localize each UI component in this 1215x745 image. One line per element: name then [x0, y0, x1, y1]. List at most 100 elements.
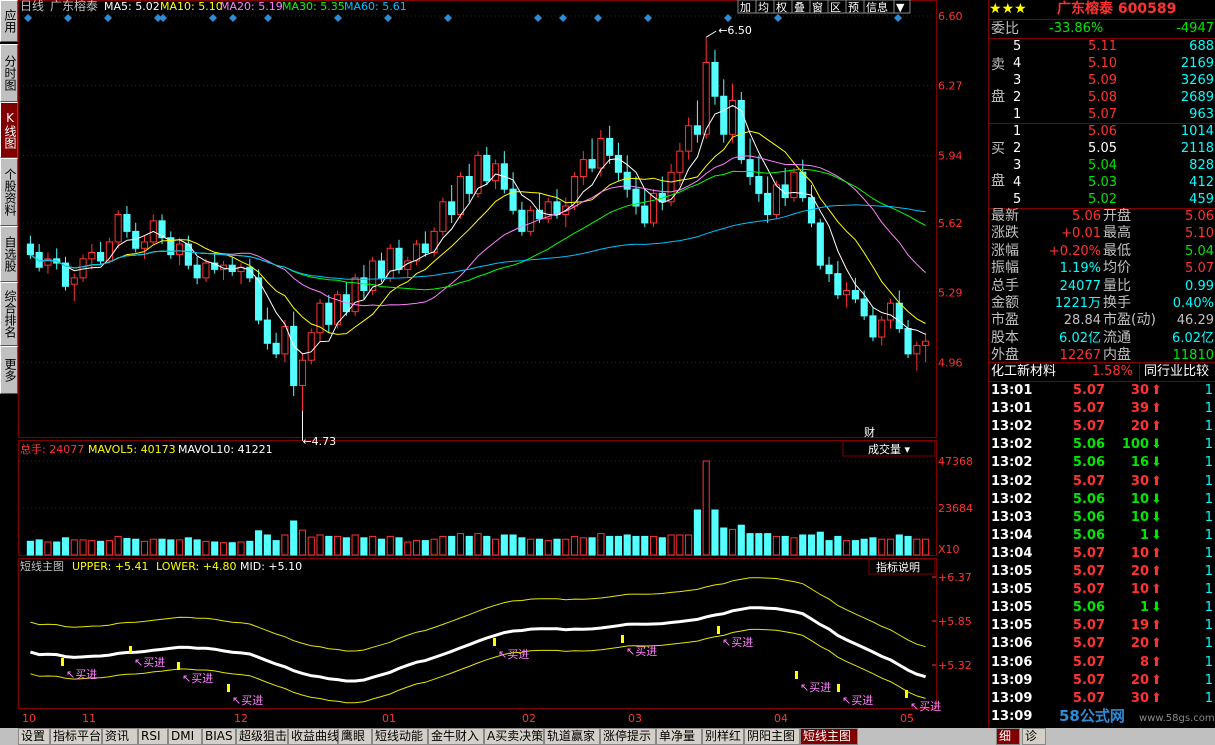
toolbar-btn-3[interactable]: 叠: [794, 1, 805, 14]
tick-volume: 30: [1130, 383, 1149, 398]
buy-volume: 1014: [1180, 124, 1214, 139]
toolbar-btn-8[interactable]: ▼: [896, 1, 905, 14]
left-tab-6[interactable]: 更多: [0, 346, 18, 394]
kline-chart-area[interactable]: 日线 广东榕泰 MA5: 5.02 MA10: 5.10 MA20: 5.19 MA30:…: [18, 0, 988, 728]
ma-label-2: MA20: 5.19: [220, 0, 283, 13]
candle-body: [614, 154, 622, 173]
stat-label: 最新: [991, 208, 1019, 224]
bottom-tab-15[interactable]: 别样红: [702, 728, 744, 745]
volume-bar: [816, 531, 824, 556]
volume-bar: [281, 534, 289, 556]
indicator-axis-label: +6.37: [938, 571, 972, 584]
bottom-tab-1[interactable]: 指标平台: [50, 728, 102, 745]
bottom-tab-12[interactable]: 轨道赢家: [544, 728, 600, 745]
tick-time: 13:05: [991, 564, 1033, 579]
volume-bar: [351, 534, 359, 556]
ma-label-1: MA10: 5.10: [160, 0, 223, 13]
candle-body: [843, 290, 851, 296]
left-tab-4[interactable]: 自选股: [0, 226, 18, 282]
price-axis-label: 5.29: [938, 287, 963, 300]
bottom-tab-4[interactable]: DMI: [168, 728, 202, 745]
stat-value: 5.07: [1185, 261, 1214, 277]
event-diamond-icon: [334, 14, 342, 22]
arrow-up-icon: ⬆: [1151, 473, 1162, 489]
bottom-tab-3[interactable]: RSI: [138, 728, 168, 745]
sector-name: 化工新材料: [991, 364, 1057, 379]
volume-bar: [211, 541, 219, 556]
buy-volume: 828: [1189, 158, 1214, 173]
event-diamond-icon: [594, 14, 602, 22]
left-tab-5[interactable]: 综合排名: [0, 282, 18, 346]
indicator-pane-frame: [18, 558, 937, 709]
arrow-up-icon: ⬆: [1151, 419, 1162, 435]
signal-bar: [61, 658, 64, 666]
panel-tab-0[interactable]: 细: [996, 728, 1020, 745]
volume-bar: [465, 535, 473, 556]
stat-value: 1221万: [1054, 296, 1101, 311]
toolbar-btn-5[interactable]: 区: [830, 1, 841, 14]
tick-volume: 20: [1130, 672, 1149, 688]
bottom-tab-8[interactable]: 鹰眼: [338, 728, 372, 745]
bottom-tab-11[interactable]: A买卖决策: [484, 728, 544, 745]
candle-body: [88, 252, 96, 260]
bottom-tab-0[interactable]: 设置: [18, 728, 50, 745]
bottom-tab-9[interactable]: 短线动能: [372, 728, 428, 745]
tick-volume: 10: [1130, 491, 1149, 507]
left-tab-0[interactable]: 应用: [0, 0, 18, 42]
bottom-tab-13[interactable]: 涨停提示: [600, 728, 656, 745]
bottom-tab-5[interactable]: BIAS: [202, 728, 236, 745]
sector-compare-button[interactable]: 同行业比较: [1139, 363, 1215, 381]
left-tab-2[interactable]: K线图: [0, 102, 18, 158]
bottom-tab-16[interactable]: 阴阳主图: [744, 728, 800, 745]
toolbar-btn-6[interactable]: 预: [848, 1, 859, 14]
tick-price: 5.07: [1072, 473, 1105, 489]
stat-value: 5.10: [1185, 226, 1214, 242]
event-diamond-icon: [384, 14, 392, 22]
toolbar-btn-0[interactable]: 加: [740, 1, 751, 14]
panel-tab-1[interactable]: 诊: [1022, 728, 1046, 745]
left-tab-3[interactable]: 个股资料: [0, 158, 18, 226]
event-diamond-icon: [534, 14, 542, 22]
tick-time: 13:02: [991, 419, 1033, 435]
volume-dropdown-label[interactable]: 成交量 ▾: [868, 442, 910, 456]
bottom-tab-2[interactable]: 资讯: [102, 728, 138, 745]
volume-bar: [886, 538, 895, 556]
bottom-tab-6[interactable]: 超级狙击: [236, 728, 288, 745]
indicator-label-0: 短线主图: [20, 559, 64, 573]
volume-bar: [448, 535, 456, 556]
candle-body: [641, 205, 649, 224]
finance-marker: 财: [864, 425, 875, 439]
indicator-label-1: UPPER: +5.41: [72, 560, 148, 573]
bottom-tab-14[interactable]: 单净量: [656, 728, 702, 745]
candle-body: [711, 61, 719, 97]
left-tab-1[interactable]: 分时图: [0, 44, 18, 102]
ma-label-0: MA5: 5.02: [104, 0, 160, 13]
sell-price: 5.09: [1088, 73, 1117, 88]
toolbar-btn-1[interactable]: 均: [758, 1, 769, 14]
volume-bar: [386, 535, 394, 556]
arrow-down-icon: ⬇: [1151, 509, 1162, 525]
rating-stars: ★★★: [989, 1, 1027, 17]
candle-body: [97, 252, 105, 262]
candle-body: [228, 264, 236, 273]
toolbar-btn-7[interactable]: 信息: [866, 0, 888, 14]
volume-bar: [132, 538, 140, 556]
toolbar-btn-2[interactable]: 权: [776, 1, 787, 14]
stat-label: 涨跌: [991, 225, 1019, 242]
weibi-value: -33.86%: [1049, 21, 1104, 36]
bottom-tab-10[interactable]: 金牛财入: [428, 728, 484, 745]
event-diamond-icon: [104, 14, 112, 22]
toolbar-btn-4[interactable]: 窗: [812, 0, 823, 14]
indicator-help-button[interactable]: 指标说明: [876, 560, 920, 574]
volume-bar: [395, 537, 403, 556]
volume-bar: [781, 535, 789, 556]
price-axis-label: 6.60: [938, 10, 963, 23]
volume-bar: [140, 540, 149, 556]
candle-body: [325, 302, 333, 325]
bottom-tab-17[interactable]: 短线主图: [800, 728, 858, 745]
buy-price: 5.04: [1088, 158, 1117, 173]
date-axis-label: 12: [234, 712, 248, 725]
volume-bar: [70, 539, 78, 556]
bottom-tab-7[interactable]: 收益曲线: [288, 728, 339, 745]
ma-label-4: MA60: 5.61: [344, 0, 407, 13]
